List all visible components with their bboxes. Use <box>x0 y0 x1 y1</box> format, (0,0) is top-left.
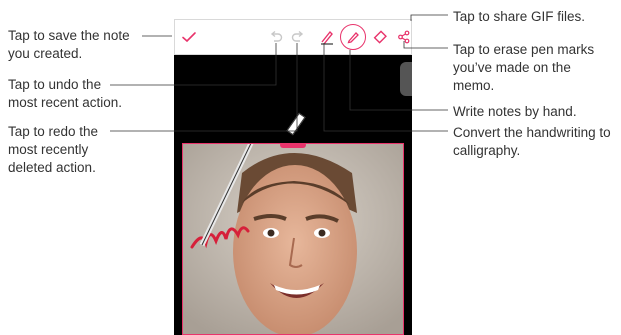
callout-share: Tap to share GIF files. <box>453 9 586 24</box>
stylus <box>286 112 306 136</box>
pen-icon <box>347 32 359 44</box>
phone-screen <box>174 19 412 335</box>
check-icon <box>182 32 196 43</box>
redo-icon <box>291 30 304 42</box>
save-button[interactable] <box>179 27 199 47</box>
callout-calligraphy: Convert the handwriting to calligraphy. <box>453 125 611 158</box>
pen-button[interactable] <box>340 24 366 50</box>
calligraphy-button[interactable] <box>317 27 337 47</box>
eraser-button[interactable] <box>371 27 391 47</box>
undo-button[interactable] <box>266 27 286 47</box>
photo-selection-frame <box>182 143 404 335</box>
memo-toolbar <box>174 19 412 55</box>
top-resize-handle[interactable] <box>280 143 306 148</box>
callout-undo: Tap to undo the most recent action. <box>8 77 123 110</box>
share-icon <box>398 30 410 44</box>
undo-icon <box>270 30 283 42</box>
callout-save: Tap to save the note you created. <box>8 28 130 61</box>
share-button[interactable] <box>394 27 412 47</box>
calligraphy-icon <box>321 30 333 45</box>
photo-canvas[interactable] <box>182 143 404 335</box>
callout-redo: Tap to redo the most recently deleted ac… <box>8 124 99 175</box>
redo-button[interactable] <box>288 27 308 47</box>
callout-pen: Write notes by hand. <box>453 104 577 119</box>
eraser-icon <box>373 30 387 44</box>
callout-erase: Tap to erase pen marks you’ve made on th… <box>453 42 595 93</box>
side-handle[interactable] <box>400 62 412 96</box>
